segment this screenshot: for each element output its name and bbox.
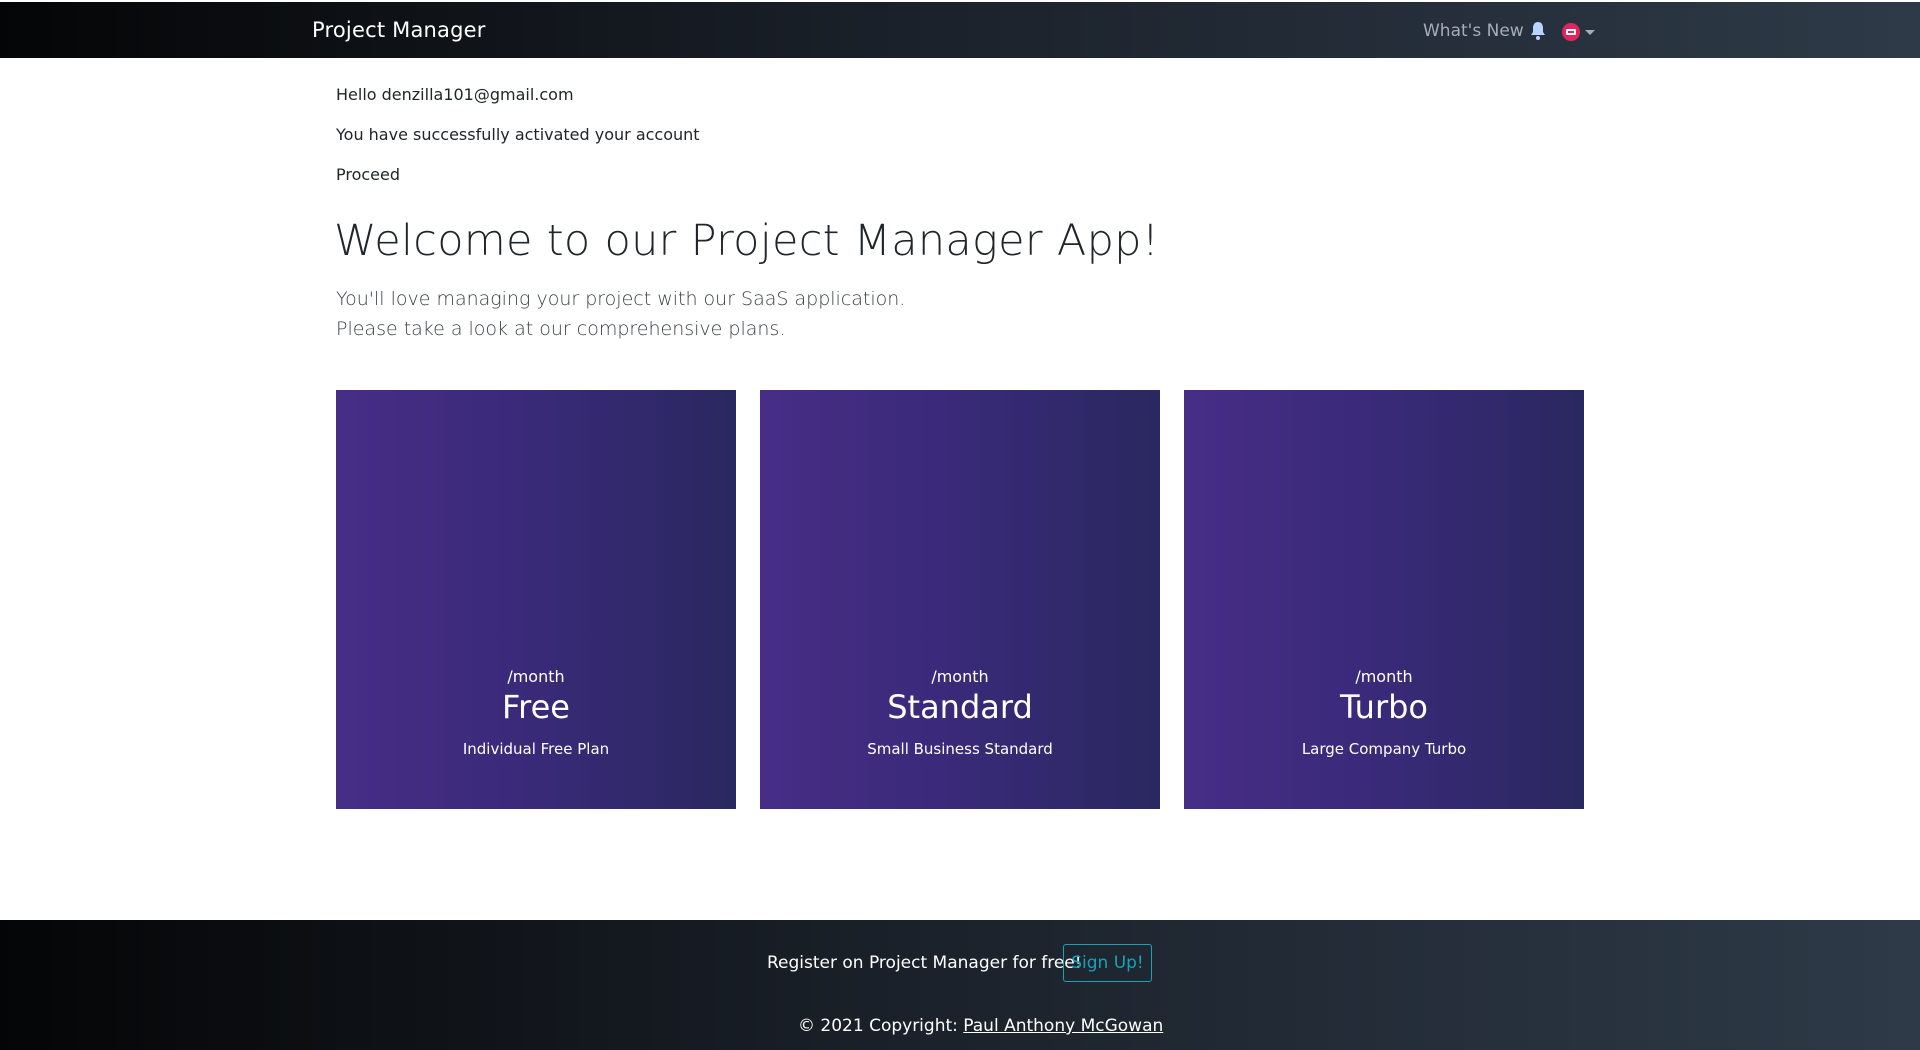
hero-lead: You'll love managing your project with o… (336, 284, 905, 344)
plan-description: Large Company Turbo (1301, 740, 1467, 758)
plan-description: Individual Free Plan (462, 740, 610, 758)
hero-lead-line-1: You'll love managing your project with o… (336, 288, 906, 310)
register-text: Register on Project Manager for free! (767, 953, 1082, 973)
proceed-link[interactable]: Proceed (336, 165, 400, 184)
copyright: © 2021 Copyright: Paul Anthony McGowan (798, 1016, 1163, 1036)
chevron-down-icon (1585, 29, 1595, 35)
sign-up-button[interactable]: Sign Up! (1063, 944, 1152, 982)
plan-name: Standard (887, 688, 1033, 726)
user-menu-toggle[interactable] (1562, 22, 1602, 42)
page: Project Manager What's New Hello denzill… (0, 0, 1920, 1050)
plan-name: Free (502, 688, 570, 726)
plan-card-free[interactable]: $0 /month Free Individual Free Plan (336, 390, 736, 1014)
page-title: Welcome to our Project Manager App! (334, 216, 1160, 266)
copyright-prefix: © 2021 Copyright: (798, 1016, 958, 1036)
plan-period: /month (507, 667, 565, 686)
brand-link[interactable]: Project Manager (312, 18, 486, 42)
greeting-text: Hello denzilla101@gmail.com (336, 85, 574, 104)
top-navbar: Project Manager What's New (0, 2, 1920, 58)
plan-name: Turbo (1339, 688, 1428, 726)
bell-icon[interactable] (1529, 21, 1547, 41)
hero-lead-line-2: Please take a look at our comprehensive … (336, 318, 786, 340)
activation-message: You have successfully activated your acc… (336, 125, 700, 144)
whats-new-link[interactable]: What's New (1423, 21, 1524, 41)
user-avatar-icon (1562, 23, 1580, 41)
plan-description: Small Business Standard (867, 740, 1053, 758)
plan-period: /month (931, 667, 989, 686)
plan-card-turbo[interactable]: $40 /month Turbo Large Company Turbo (1184, 390, 1584, 1014)
author-link[interactable]: Paul Anthony McGowan (963, 1016, 1163, 1036)
plan-period: /month (1355, 667, 1413, 686)
footer: Register on Project Manager for free! Si… (0, 920, 1920, 1050)
plan-card-standard[interactable]: $20 /month Standard Small Business Stand… (760, 390, 1160, 1014)
